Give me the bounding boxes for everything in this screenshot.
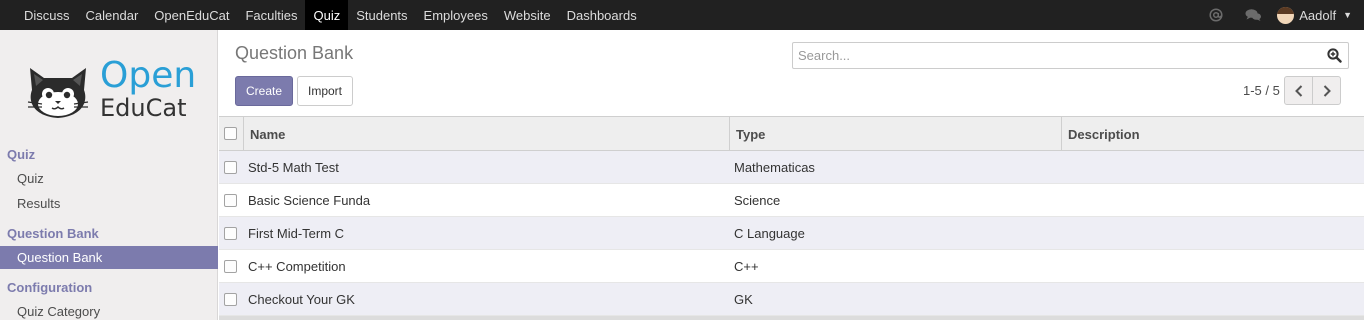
table-row[interactable]: Basic Science Funda Science [219,184,1364,217]
table-row[interactable]: Checkout Your GK GK [219,283,1364,316]
menu-item-quiz[interactable]: Quiz [305,0,349,30]
caret-down-icon: ▼ [1343,10,1352,20]
row-checkbox[interactable] [224,227,237,240]
cell-name: Basic Science Funda [248,193,371,208]
menu-item-employees[interactable]: Employees [416,0,496,30]
cell-description [1061,151,1066,184]
menu-item-faculties[interactable]: Faculties [237,0,305,30]
chevron-right-icon [1323,84,1331,97]
column-header-type[interactable]: Type [729,117,1061,151]
cell-name: First Mid-Term C [248,226,345,241]
sidebar-section-quiz: Quiz [7,147,36,162]
table-row[interactable]: Std-5 Math Test Mathematicas [219,151,1364,184]
cell-description [1061,217,1066,250]
avatar [1277,6,1295,24]
column-header-name[interactable]: Name [243,117,729,151]
sidebar-item-quiz[interactable]: Quiz [0,167,218,190]
column-header-description[interactable]: Description [1061,117,1364,151]
create-button[interactable]: Create [235,76,293,106]
menu-item-students[interactable]: Students [348,0,415,30]
import-button[interactable]: Import [297,76,353,106]
row-checkbox[interactable] [224,161,237,174]
cell-name: Checkout Your GK [248,292,355,307]
cell-name: Std-5 Math Test [248,160,339,175]
cell-type: C Language [734,226,805,241]
cell-type: GK [734,292,753,307]
search-box [792,42,1349,69]
user-menu[interactable]: Aadolf ▼ [1277,6,1352,24]
question-bank-table: Name Type Description Std-5 Math Test Ma… [219,116,1364,320]
systray: Aadolf ▼ [1198,0,1364,30]
sidebar-item-quiz-category[interactable]: Quiz Category [0,300,218,320]
table-row[interactable]: C++ Competition C++ [219,250,1364,283]
chat-icon[interactable] [1245,8,1262,22]
menu-item-openeducat[interactable]: OpenEduCat [146,0,237,30]
cell-description [1061,283,1066,316]
sidebar-item-results[interactable]: Results [0,192,218,215]
row-checkbox[interactable] [224,260,237,273]
cell-type: C++ [734,259,759,274]
logo-text-open: Open [100,55,197,96]
select-all-checkbox[interactable] [224,127,237,140]
cat-logo-icon [27,68,89,118]
cell-type: Mathematicas [734,160,815,175]
at-icon[interactable] [1209,8,1223,22]
sidebar-section-question-bank: Question Bank [7,226,99,241]
cell-name: C++ Competition [248,259,346,274]
user-name: Aadolf [1299,7,1337,23]
row-checkbox[interactable] [224,293,237,306]
openeducat-logo[interactable]: Open EduCat [22,56,202,126]
pager-previous-button[interactable] [1284,76,1313,105]
cell-description [1061,184,1066,217]
cell-type: Science [734,193,781,208]
row-checkbox[interactable] [224,194,237,207]
table-row[interactable]: First Mid-Term C C Language [219,217,1364,250]
sidebar-section-configuration: Configuration [7,280,93,295]
menu-item-website[interactable]: Website [496,0,559,30]
app-menu: Discuss Calendar OpenEduCat Faculties Qu… [0,0,645,30]
cell-description [1061,250,1066,283]
table-header: Name Type Description [219,117,1364,151]
top-navbar: Discuss Calendar OpenEduCat Faculties Qu… [0,0,1364,30]
search-input[interactable] [793,43,1313,68]
sidebar-item-question-bank[interactable]: Question Bank [0,246,218,269]
sidebar: Open EduCat Quiz Quiz Results Question B… [0,30,218,320]
chevron-left-icon [1294,84,1302,97]
pager-next-button[interactable] [1312,76,1341,105]
table-footer-divider [219,316,1364,320]
pager-value[interactable]: 1-5 / 5 [1243,83,1280,98]
menu-item-calendar[interactable]: Calendar [78,0,147,30]
menu-item-discuss[interactable]: Discuss [16,0,78,30]
page-title: Question Bank [235,43,354,63]
search-icon[interactable] [1327,48,1342,66]
menu-item-dashboards[interactable]: Dashboards [559,0,645,30]
logo-text-educat: EduCat [100,94,187,122]
